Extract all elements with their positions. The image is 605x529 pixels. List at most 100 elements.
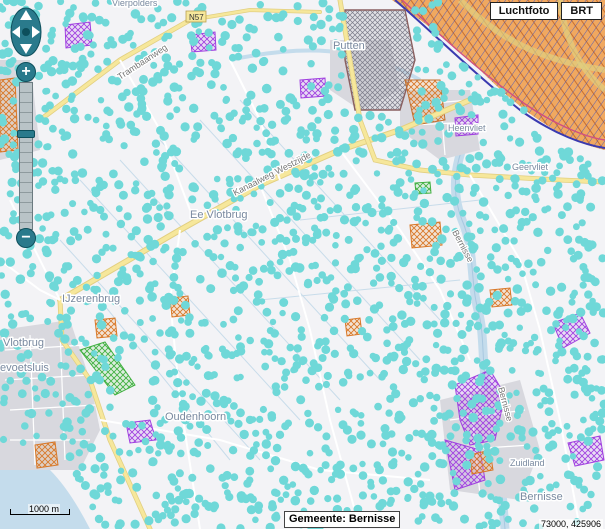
tree-dot xyxy=(105,386,115,395)
tree-dot xyxy=(284,419,292,427)
tree-dot xyxy=(48,235,57,245)
tree-dot xyxy=(556,227,564,236)
tree-dot xyxy=(188,473,197,482)
aerial-layer-button[interactable]: Luchtfoto xyxy=(489,2,559,20)
tree-dot xyxy=(395,178,405,187)
tree-dot xyxy=(69,114,80,124)
tree-dot xyxy=(414,66,422,73)
tree-dot xyxy=(349,464,358,473)
tree-dot xyxy=(117,467,125,474)
label-vierpolders: Vierpolders xyxy=(112,0,158,8)
tree-dot xyxy=(51,185,60,194)
tree-dot xyxy=(587,490,595,499)
tree-dot xyxy=(156,204,164,212)
zoom-in-button[interactable]: + xyxy=(16,62,36,82)
tree-dot xyxy=(401,192,409,200)
tree-dot xyxy=(169,273,179,282)
tree-dot xyxy=(72,469,81,479)
tree-dot xyxy=(451,423,461,432)
tree-dot xyxy=(267,465,275,473)
tree-dot xyxy=(195,494,204,503)
tree-dot xyxy=(349,124,359,135)
tree-dot xyxy=(459,409,467,417)
tree-dot xyxy=(303,129,310,137)
tree-dot xyxy=(115,519,125,529)
tree-dot xyxy=(92,116,100,124)
tree-dot xyxy=(501,263,510,272)
tree-dot xyxy=(457,374,467,384)
tree-dot xyxy=(432,341,440,349)
tree-dot xyxy=(314,116,322,124)
tree-dot xyxy=(40,388,50,399)
tree-dot xyxy=(572,180,581,189)
tree-dot xyxy=(495,175,504,184)
tree-dot xyxy=(138,421,146,430)
tree-dot xyxy=(222,470,232,480)
tree-dot xyxy=(320,313,329,322)
tree-dot xyxy=(307,82,316,91)
zoom-slider-track[interactable] xyxy=(19,82,33,230)
zoom-out-button[interactable]: − xyxy=(16,228,36,248)
pan-control[interactable] xyxy=(8,6,44,58)
tree-dot xyxy=(365,110,375,121)
tree-dot xyxy=(565,315,573,323)
municipality-label: Gemeente: Bernisse xyxy=(284,511,401,528)
tree-dot xyxy=(548,420,556,428)
tree-dot xyxy=(135,446,142,454)
tree-dot xyxy=(52,284,59,292)
tree-dot xyxy=(450,489,459,498)
tree-dot xyxy=(178,94,187,102)
tree-dot xyxy=(45,409,53,417)
tree-dot xyxy=(39,225,46,232)
pan-arrows-icon[interactable] xyxy=(8,6,44,58)
tree-dot xyxy=(230,109,238,117)
tree-dot xyxy=(533,227,543,237)
tree-dot xyxy=(440,309,450,319)
tree-dot xyxy=(78,463,87,472)
tree-dot xyxy=(339,169,348,178)
zoom-slider-handle[interactable] xyxy=(17,130,35,138)
tree-dot xyxy=(589,308,597,316)
road-shield-text: N57 xyxy=(189,13,204,22)
tree-dot xyxy=(437,234,447,244)
tree-dot xyxy=(333,494,342,503)
tree-dot xyxy=(476,272,485,281)
tree-dot xyxy=(275,99,285,109)
map-canvas[interactable]: Ee Vlotbrug Putten IJzerenbrug Vlotbrug … xyxy=(0,0,605,529)
tree-dot xyxy=(547,326,556,335)
tree-dot xyxy=(394,343,403,352)
tree-dot xyxy=(293,2,302,11)
tree-dot xyxy=(582,267,589,275)
tree-dot xyxy=(34,234,45,244)
tree-dot xyxy=(181,514,191,524)
tree-dot xyxy=(263,11,273,22)
tree-dot xyxy=(398,364,408,375)
zoom-control[interactable]: + − xyxy=(16,62,36,248)
tree-dot xyxy=(321,345,331,354)
tree-dot xyxy=(583,500,592,510)
tree-dot xyxy=(462,294,472,303)
tree-dot xyxy=(115,497,123,505)
tree-dot xyxy=(510,237,518,245)
tree-dot xyxy=(71,338,78,346)
tree-dot xyxy=(127,333,136,342)
tree-dot xyxy=(203,232,212,241)
tree-dot xyxy=(491,243,501,253)
tree-dot xyxy=(75,449,84,457)
tree-dot xyxy=(592,471,601,481)
tree-dot xyxy=(587,240,597,250)
tree-dot xyxy=(501,331,508,339)
tree-dot xyxy=(366,439,376,449)
tree-dot xyxy=(311,164,319,171)
tree-dot xyxy=(504,191,512,200)
tree-dot xyxy=(45,101,54,110)
topo-layer-button[interactable]: BRT xyxy=(561,2,602,20)
tree-dot xyxy=(291,312,301,322)
tree-dot xyxy=(404,290,413,300)
tree-dot xyxy=(188,195,197,204)
tree-dot xyxy=(29,263,37,271)
tree-dot xyxy=(154,22,162,30)
tree-dot xyxy=(354,113,363,123)
tree-dot xyxy=(4,300,12,308)
tree-dot xyxy=(145,445,154,454)
